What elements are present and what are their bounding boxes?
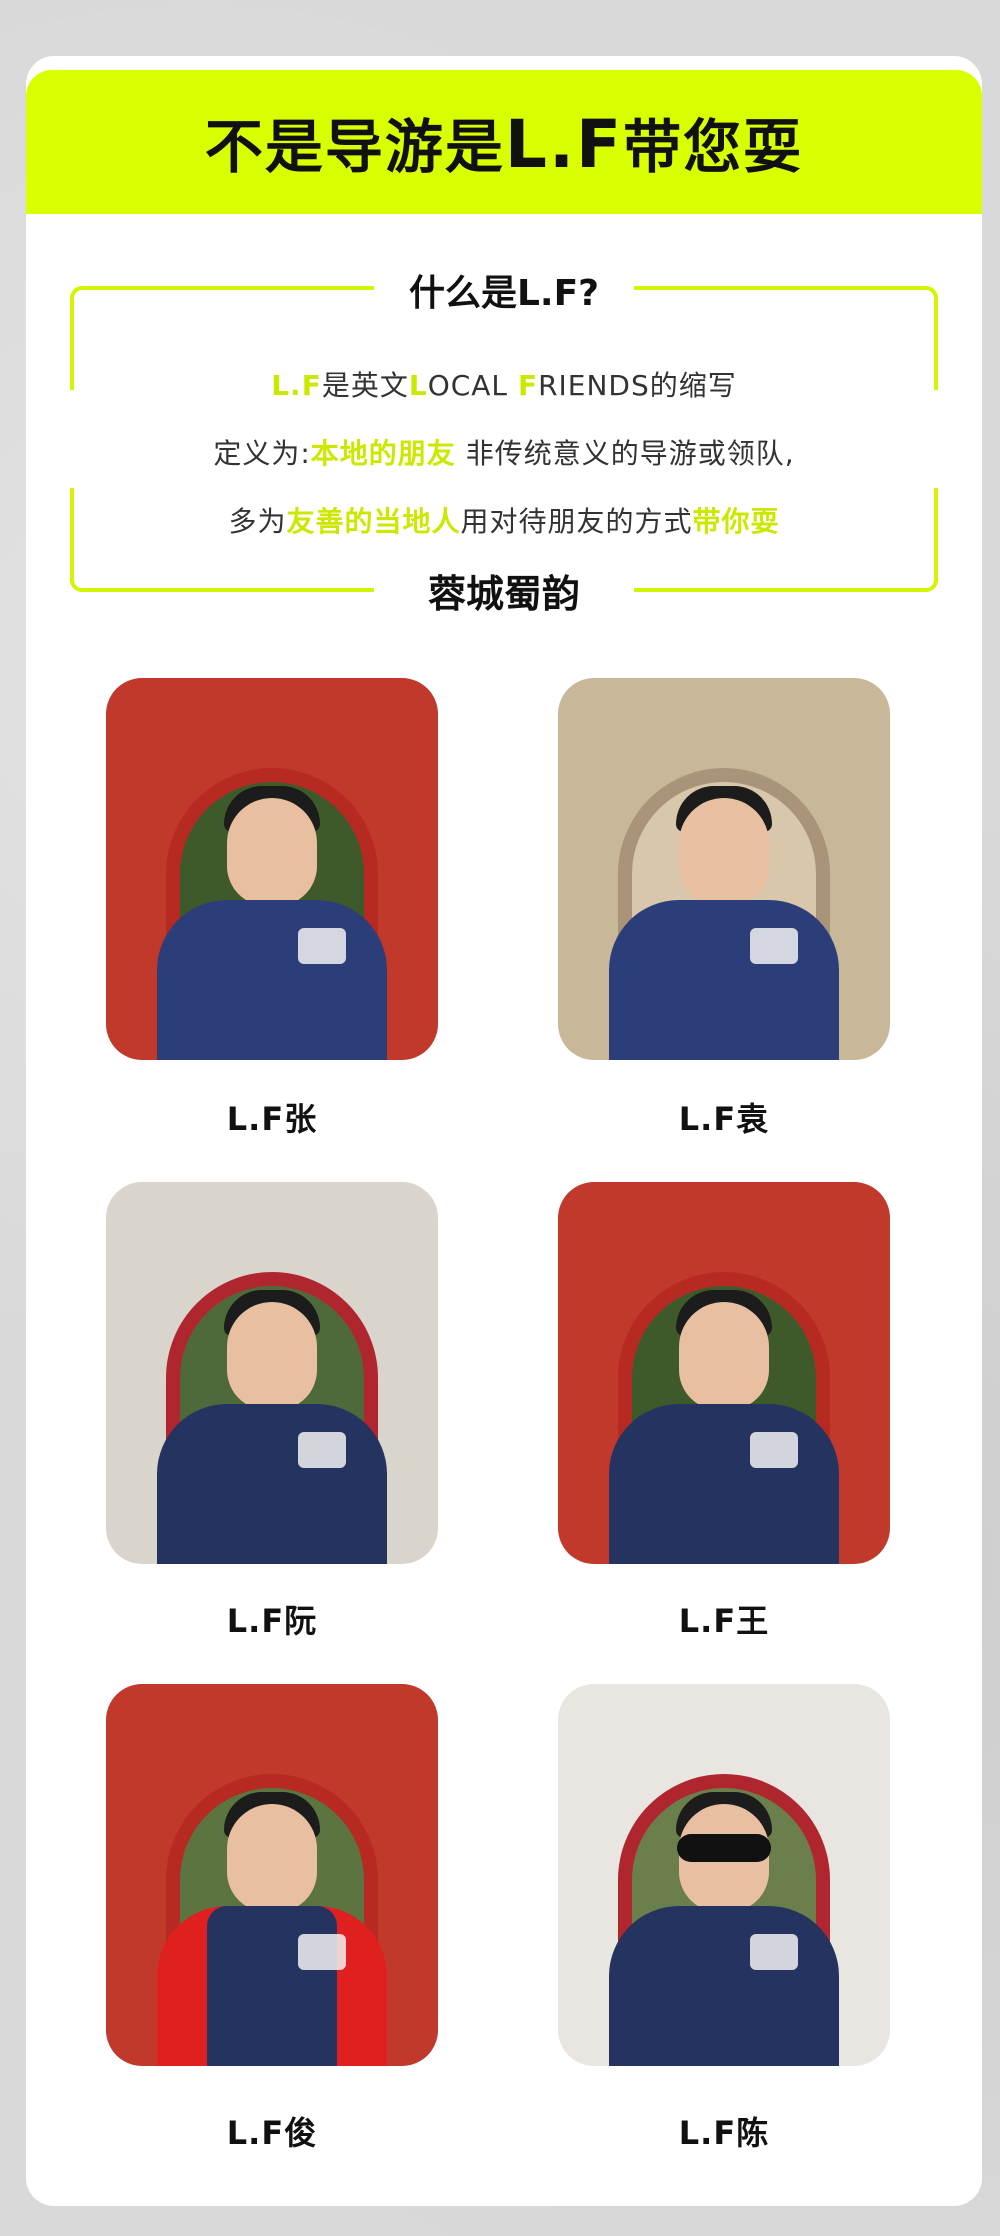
- hl-text: L: [408, 369, 428, 402]
- panda-logo-icon: [298, 928, 346, 964]
- panda-logo-icon: [298, 1432, 346, 1468]
- title-lf: L.F: [504, 106, 624, 183]
- vest-shape: [609, 900, 839, 1060]
- intro-line-3: 多为友善的当地人用对待朋友的方式带你耍: [70, 500, 938, 540]
- text: 非传统意义的导游或领队,: [455, 437, 795, 470]
- head-shape: [679, 798, 769, 906]
- page-title: 不是导游是L.F带您耍: [205, 100, 803, 184]
- vest-shape: [207, 1906, 337, 2066]
- title-suffix: 带您耍: [623, 113, 804, 181]
- guide-photo: [106, 1182, 438, 1564]
- text: 用对待朋友的方式: [460, 505, 693, 538]
- panda-logo-icon: [750, 1432, 798, 1468]
- panda-logo-icon: [750, 1934, 798, 1970]
- vest-shape: [157, 1404, 387, 1564]
- head-shape: [227, 1804, 317, 1912]
- guide-name: L.F俊: [226, 2114, 318, 2152]
- brand-label: 蓉城蜀韵: [70, 563, 938, 618]
- intro-question-text: 什么是L.F?: [390, 273, 618, 314]
- guide-photo: [558, 1684, 890, 2066]
- text: 定义为:: [213, 437, 311, 470]
- hl-text: 带你耍: [692, 505, 780, 538]
- guide-photo: [558, 1182, 890, 1564]
- hl-text: F: [517, 369, 539, 402]
- panda-logo-icon: [298, 1934, 346, 1970]
- page-header: 不是导游是L.F带您耍: [26, 70, 982, 214]
- hl-text: 友善的当地人: [286, 505, 461, 538]
- title-prefix: 不是导游是: [204, 113, 505, 181]
- head-shape: [227, 1302, 317, 1410]
- guide-photo: [558, 678, 890, 1060]
- guide-name: L.F张: [226, 1100, 318, 1138]
- guide-photo: [106, 1684, 438, 2066]
- intro-frame: 什么是L.F? L.F是英文LOCAL FRIENDS的缩写 定义为:本地的朋友…: [70, 273, 938, 616]
- hl-text: 本地的朋友: [310, 437, 456, 470]
- text: OCAL: [427, 369, 518, 402]
- panda-logo-icon: [750, 928, 798, 964]
- head-shape: [679, 1302, 769, 1410]
- text: RIENDS的缩写: [538, 369, 737, 402]
- hl-text: L.F: [271, 369, 322, 402]
- guide-name: L.F王: [678, 1602, 770, 1640]
- head-shape: [227, 798, 317, 906]
- vest-shape: [609, 1404, 839, 1564]
- intro-line-2: 定义为:本地的朋友 非传统意义的导游或领队,: [70, 432, 938, 472]
- vest-shape: [157, 900, 387, 1060]
- vest-shape: [609, 1906, 839, 2066]
- guide-name: L.F阮: [226, 1602, 318, 1640]
- guide-name: L.F陈: [678, 2114, 770, 2152]
- intro-question: 什么是L.F?: [70, 264, 938, 316]
- text: 多为: [228, 505, 287, 538]
- sunglasses-icon: [677, 1834, 771, 1862]
- guide-photo: [106, 678, 438, 1060]
- guide-name: L.F袁: [678, 1100, 770, 1138]
- content-card: 不是导游是L.F带您耍 什么是L.F? L.F是英文LOCAL FRIENDS的…: [26, 56, 982, 2206]
- intro-line-1: L.F是英文LOCAL FRIENDS的缩写: [70, 364, 938, 404]
- text: 是英文: [321, 369, 409, 402]
- brand-text: 蓉城蜀韵: [405, 572, 602, 616]
